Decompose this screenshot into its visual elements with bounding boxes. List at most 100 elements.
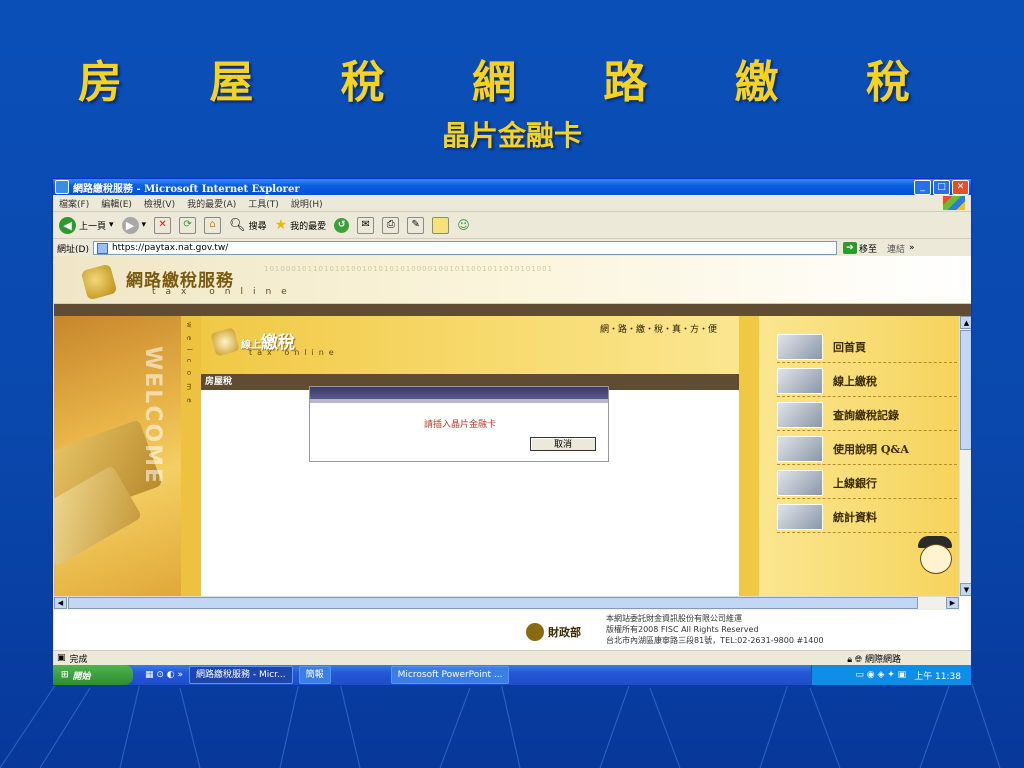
dropdown-icon: ▾	[109, 220, 114, 230]
start-button[interactable]: ⊞ 開始	[53, 665, 133, 685]
address-url: https://paytax.nat.gov.tw/	[111, 243, 229, 253]
menu-thumb-icon	[777, 368, 823, 394]
minimize-button[interactable]: _	[914, 180, 931, 195]
taskbar: ⊞ 開始 ▦ ⊙ ◐ » 網路繳稅服務 - Micr... 簡報 Microso…	[53, 665, 971, 685]
window-title: 網路繳稅服務 - Microsoft Internet Explorer	[73, 183, 300, 195]
task-folder[interactable]: 簡報	[298, 666, 331, 684]
scroll-thumb[interactable]	[960, 330, 971, 450]
slogan: 網・路・繳・稅・真・方・便	[599, 325, 717, 335]
dialog-titlebar	[310, 387, 608, 399]
scroll-left-icon[interactable]: ◀	[54, 597, 67, 609]
edit-icon[interactable]: ✎	[407, 216, 425, 234]
tray-icons[interactable]: ▭ ◉ ◈ ✦ ▣	[855, 670, 906, 680]
chevron-right-icon[interactable]: »	[909, 243, 915, 253]
hscroll-thumb[interactable]	[68, 597, 918, 609]
menu-favorites[interactable]: 我的最愛(A)	[187, 197, 236, 210]
main-area: WELCOME w e l c o m e 線上繳稅 tax online 網・…	[54, 316, 971, 650]
menu-item-online-tax[interactable]: 線上繳稅	[777, 366, 957, 397]
cancel-button[interactable]: 取消	[530, 437, 596, 451]
address-label: 網址(D)	[57, 244, 89, 255]
back-button[interactable]: ◀ 上一頁 ▾	[59, 216, 114, 234]
menu-help[interactable]: 說明(H)	[291, 197, 323, 210]
dropdown-icon: ▾	[141, 220, 147, 230]
back-arrow-icon: ◀	[59, 216, 76, 234]
scroll-right-icon[interactable]: ▶	[946, 597, 959, 609]
status-bar: ▣ 完成 🔒︎ 🌐︎ 網際網路	[53, 650, 971, 665]
menu-tools[interactable]: 工具(T)	[248, 197, 279, 210]
maximize-button[interactable]: □	[933, 180, 950, 195]
gold-strip-right	[739, 316, 759, 596]
forward-arrow-icon: ▶	[121, 216, 139, 234]
menu-thumb-icon	[777, 402, 823, 428]
card-image: WELCOME	[54, 316, 181, 596]
menu-item-records[interactable]: 查詢繳稅記錄	[777, 400, 957, 431]
menu-file[interactable]: 檔案(F)	[59, 197, 89, 210]
site-banner: 網路繳稅服務 tax online 1010001011010101001010…	[54, 256, 971, 304]
folder-icon[interactable]	[432, 216, 450, 234]
dialog-message: 請插入晶片金融卡	[423, 420, 496, 430]
clock: 上午 11:38	[914, 671, 961, 682]
close-button[interactable]: ✕	[952, 180, 969, 195]
go-button[interactable]: ➔ 移至	[842, 242, 877, 255]
task-powerpoint[interactable]: Microsoft PowerPoint ...	[390, 666, 510, 684]
forward-button[interactable]: ▶ ▾	[121, 216, 147, 234]
toolbar: ◀ 上一頁 ▾ ▶ ▾ ✕ ⟳ ⌂ 🔍︎ 搜尋 ★ 我的最愛 ↺ ✉ ⎙ ✎ ☺	[53, 212, 971, 239]
banner-subtitle: tax online	[152, 287, 297, 297]
dialog-strip	[310, 399, 608, 403]
security-zone: 🔒︎ 🌐︎ 網際網路	[847, 654, 901, 665]
mascot-icon	[914, 534, 954, 584]
scroll-down-icon[interactable]: ▼	[960, 583, 971, 596]
quick-launch-icons[interactable]: ▦ ⊙ ◐ »	[145, 670, 183, 680]
favorites-label: 我的最愛	[290, 221, 327, 232]
go-label: 移至	[858, 244, 877, 255]
task-ie[interactable]: 網路繳稅服務 - Micr...	[189, 666, 293, 684]
binary-pattern: 1010001011010101001010101010000100101100…	[264, 265, 554, 273]
windows-logo-icon	[943, 196, 965, 210]
scroll-up-icon[interactable]: ▲	[960, 316, 971, 329]
search-icon: 🔍︎	[229, 217, 246, 233]
menu-item-help[interactable]: 使用說明 Q&A	[777, 434, 957, 465]
page-footer: 財政部 本網站委託財金資訊股份有限公司維運 版權所有2008 FISC All …	[54, 610, 971, 650]
insert-card-dialog: 請插入晶片金融卡 取消	[309, 386, 609, 462]
star-icon: ★	[274, 217, 288, 233]
search-label: 搜尋	[248, 221, 267, 232]
ministry-name: 財政部	[548, 626, 581, 639]
menu-view[interactable]: 檢視(V)	[144, 197, 175, 210]
menu-item-banks[interactable]: 上線銀行	[777, 468, 957, 499]
gold-strip: w e l c o m e	[181, 316, 201, 596]
history-icon[interactable]: ↺	[334, 217, 350, 233]
back-label: 上一頁	[79, 221, 107, 232]
chip-card-logo-icon	[80, 263, 118, 301]
horizontal-scrollbar[interactable]: ◀ ▶	[54, 596, 959, 610]
page-icon: ▣	[57, 653, 66, 663]
title-bar: 網路繳稅服務 - Microsoft Internet Explorer _ □…	[53, 179, 971, 195]
refresh-icon[interactable]: ⟳	[179, 216, 197, 234]
section-header: 線上繳稅 tax online 網・路・繳・稅・真・方・便	[201, 316, 739, 374]
mail-icon[interactable]: ✉	[357, 216, 375, 234]
windows-flag-icon: ⊞	[61, 670, 69, 680]
footer-text: 本網站委託財金資訊股份有限公司維運 版權所有2008 FISC All Righ…	[606, 614, 824, 645]
print-icon[interactable]: ⎙	[382, 216, 400, 234]
links-button[interactable]: 連結	[887, 242, 905, 255]
stop-icon[interactable]: ✕	[154, 216, 172, 234]
status-text: 完成	[69, 654, 88, 665]
messenger-icon[interactable]: ☺	[457, 218, 470, 232]
address-input[interactable]: https://paytax.nat.gov.tw/	[92, 241, 837, 255]
section-subtitle: tax online	[249, 348, 339, 357]
brown-divider	[54, 304, 971, 316]
vertical-scrollbar[interactable]: ▲ ▼	[959, 316, 971, 596]
search-button[interactable]: 🔍︎ 搜尋	[229, 218, 267, 233]
menu-item-stats[interactable]: 統計資料	[777, 502, 957, 533]
home-icon[interactable]: ⌂	[204, 216, 222, 234]
system-tray: ▭ ◉ ◈ ✦ ▣ 上午 11:38	[811, 665, 971, 685]
menu-edit[interactable]: 編輯(E)	[101, 197, 132, 210]
favorites-button[interactable]: ★ 我的最愛	[275, 217, 327, 233]
menu-item-home[interactable]: 回首頁	[777, 332, 957, 363]
menu-thumb-icon	[777, 334, 823, 360]
go-arrow-icon: ➔	[842, 242, 857, 254]
menu-thumb-icon	[777, 504, 823, 530]
ie-icon	[55, 180, 69, 194]
slide-title: 房 屋 稅 網 路 繳 稅	[78, 57, 946, 108]
welcome-vertical: w e l c o m e	[185, 322, 193, 406]
background-lines	[0, 678, 1001, 768]
